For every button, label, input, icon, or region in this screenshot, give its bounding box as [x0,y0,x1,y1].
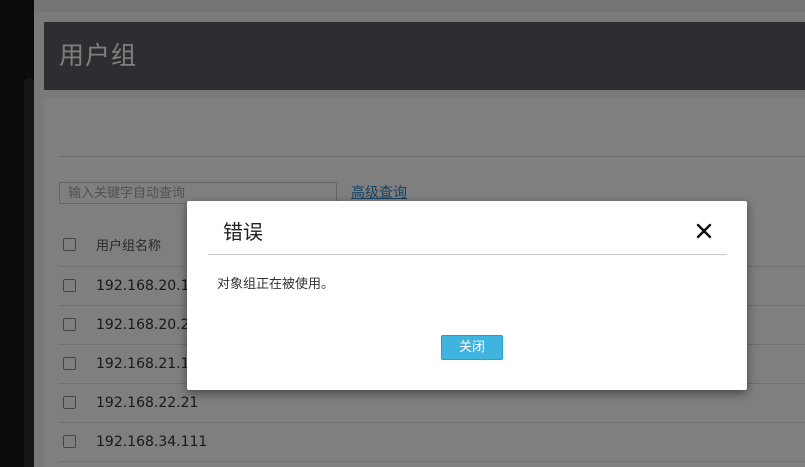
dialog-title: 错误 [223,220,263,244]
error-dialog: 错误 对象组正在被使用。 关闭 [187,201,747,390]
dialog-divider [208,254,727,255]
close-button[interactable]: 关闭 [441,335,503,360]
close-icon[interactable] [694,221,714,241]
close-icon-svg [696,223,712,239]
dialog-message: 对象组正在被使用。 [217,277,335,292]
